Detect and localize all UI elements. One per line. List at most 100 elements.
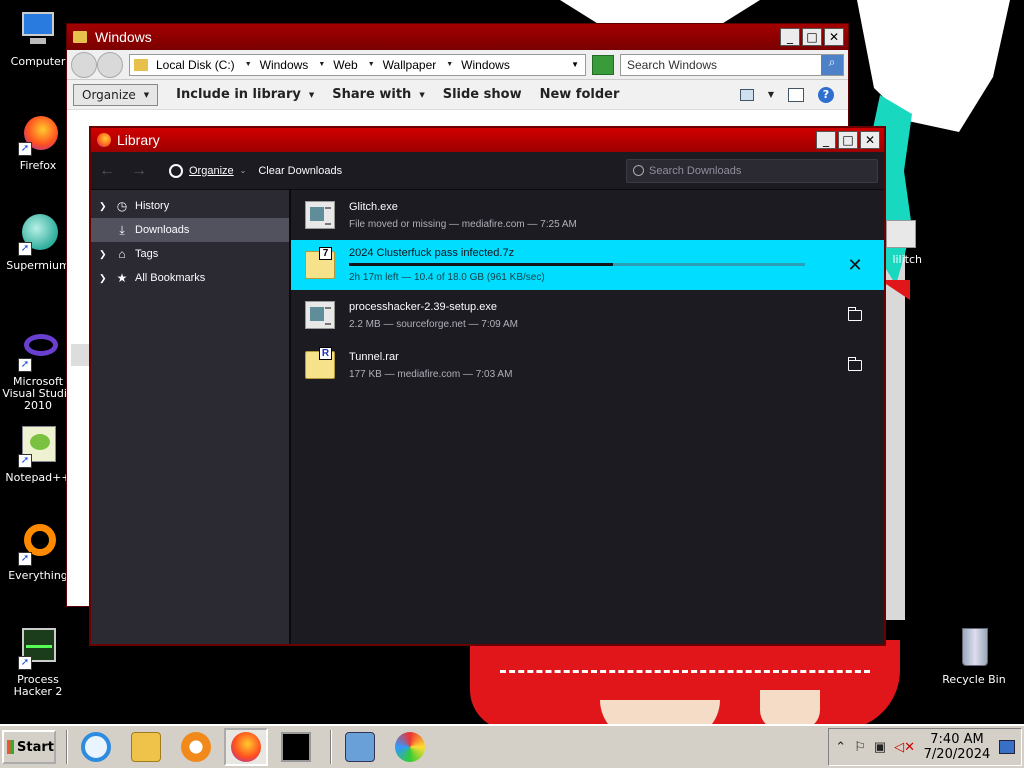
open-folder-button[interactable] bbox=[840, 350, 870, 380]
forward-button[interactable] bbox=[97, 51, 123, 78]
desktop-icon-visual-studio[interactable]: ➚ Microsoft Visual Studio 2010 bbox=[0, 328, 76, 412]
download-item[interactable]: 7 2024 Clusterfuck pass infected.7z 2h 1… bbox=[291, 240, 884, 290]
desktop-icon-notepadpp[interactable]: ➚ Notepad++ bbox=[0, 424, 76, 484]
chevron-right-icon[interactable]: ❯ bbox=[99, 249, 109, 260]
breadcrumb[interactable]: Local Disk (C:) Windows Web Wallpaper Wi… bbox=[129, 53, 586, 76]
back-arrow-icon[interactable]: ← bbox=[99, 162, 119, 180]
view-icon[interactable] bbox=[739, 88, 754, 101]
clear-downloads-button[interactable]: Clear Downloads bbox=[258, 165, 342, 177]
minimize-button[interactable]: _ bbox=[780, 28, 800, 46]
taskbar-internet-explorer[interactable] bbox=[74, 728, 118, 766]
firefox-icon: ➚ bbox=[16, 112, 60, 156]
forward-arrow-icon[interactable]: → bbox=[131, 162, 151, 180]
download-name: 2024 Clusterfuck pass infected.7z bbox=[349, 247, 515, 259]
sidebar-item-downloads[interactable]: ⤓ Downloads bbox=[91, 218, 289, 242]
explorer-command-bar: Organize Include in library Share with S… bbox=[67, 80, 848, 110]
rar-archive-icon: R bbox=[305, 347, 335, 379]
media-player-icon bbox=[181, 732, 211, 762]
download-status: File moved or missing — mediafire.com — … bbox=[349, 218, 577, 230]
windows-logo-icon bbox=[7, 740, 15, 754]
chevron-down-icon: ⌄ bbox=[239, 166, 247, 175]
refresh-button[interactable] bbox=[592, 54, 614, 75]
desktop-icon-process-hacker[interactable]: ➚ Process Hacker 2 bbox=[0, 626, 76, 698]
download-item[interactable]: Glitch.exe File moved or missing — media… bbox=[291, 190, 884, 240]
taskbar-paint[interactable] bbox=[388, 728, 432, 766]
cancel-download-icon[interactable]: ✕ bbox=[840, 250, 870, 280]
search-downloads-input[interactable]: Search Downloads bbox=[626, 158, 878, 183]
chevron-right-icon[interactable]: ❯ bbox=[99, 201, 109, 212]
taskbar-cmd[interactable] bbox=[274, 728, 318, 766]
breadcrumb-item[interactable]: Windows bbox=[260, 58, 326, 72]
chevron-right-icon[interactable]: ❯ bbox=[99, 273, 109, 284]
minimize-button[interactable]: _ bbox=[816, 131, 836, 149]
breadcrumb-item[interactable]: Web bbox=[333, 58, 374, 72]
command-prompt-icon bbox=[281, 732, 311, 762]
folder-icon bbox=[131, 732, 161, 762]
breadcrumb-item[interactable]: Windows bbox=[461, 58, 510, 72]
clock[interactable]: 7:40 AM 7/20/2024 bbox=[923, 732, 991, 762]
open-folder-button[interactable] bbox=[840, 300, 870, 330]
help-icon[interactable]: ? bbox=[818, 86, 834, 103]
wallpaper-art bbox=[560, 0, 760, 25]
organize-menu-button[interactable]: Organize ⌄ bbox=[169, 163, 247, 178]
visual-studio-icon: ➚ bbox=[16, 328, 60, 372]
show-desktop-button[interactable] bbox=[999, 740, 1015, 754]
taskbar-explorer[interactable] bbox=[124, 728, 168, 766]
process-hacker-icon: ➚ bbox=[16, 626, 60, 670]
chevron-up-icon[interactable]: ⌃ bbox=[835, 739, 846, 755]
close-button[interactable]: ✕ bbox=[824, 28, 844, 46]
explorer-titlebar[interactable]: Windows _ □ ✕ bbox=[67, 24, 848, 50]
paint-icon bbox=[395, 732, 425, 762]
download-progress-bar bbox=[349, 263, 805, 266]
include-in-library-button[interactable]: Include in library bbox=[176, 87, 314, 102]
desktop-icon-computer[interactable]: Computer bbox=[0, 8, 76, 68]
back-button[interactable] bbox=[71, 51, 97, 78]
taskbar-control-panel[interactable] bbox=[338, 728, 382, 766]
desktop-icon-recycle-bin[interactable]: Recycle Bin bbox=[936, 626, 1012, 686]
control-panel-icon bbox=[345, 732, 375, 762]
flag-icon[interactable]: ⚐ bbox=[854, 739, 866, 755]
close-button[interactable]: ✕ bbox=[860, 131, 880, 149]
breadcrumb-item[interactable]: Local Disk (C:) bbox=[156, 58, 252, 72]
taskbar-firefox[interactable] bbox=[224, 728, 268, 766]
download-progress-fill bbox=[349, 263, 614, 266]
desktop-icon-everything[interactable]: ➚ Everything bbox=[0, 522, 76, 582]
download-status: 2.2 MB — sourceforge.net — 7:09 AM bbox=[349, 318, 518, 330]
maximize-button[interactable]: □ bbox=[838, 131, 858, 149]
preview-pane-icon[interactable] bbox=[788, 87, 804, 102]
chevron-down-icon[interactable]: ▼ bbox=[571, 60, 579, 69]
sidebar-item-history[interactable]: ❯ ◷ History bbox=[91, 194, 289, 218]
download-item[interactable]: processhacker-2.39-setup.exe 2.2 MB — so… bbox=[291, 290, 884, 340]
library-titlebar[interactable]: Library _ □ ✕ bbox=[91, 128, 884, 152]
new-folder-button[interactable]: New folder bbox=[540, 87, 620, 102]
breadcrumb-item[interactable]: Wallpaper bbox=[383, 58, 454, 72]
desktop-icon-supermium[interactable]: ➚ Supermium bbox=[0, 212, 76, 272]
volume-muted-icon[interactable]: ◁✕ bbox=[894, 739, 915, 755]
star-icon: ★ bbox=[116, 271, 128, 285]
folder-icon bbox=[847, 306, 862, 321]
exe-file-icon bbox=[305, 301, 335, 329]
notepadpp-icon: ➚ bbox=[16, 424, 60, 468]
folder-icon bbox=[73, 31, 87, 43]
chevron-down-icon[interactable]: ▼ bbox=[768, 90, 774, 99]
library-sidebar: ❯ ◷ History ⤓ Downloads ❯ ⌂ Tags ❯ ★ All… bbox=[91, 190, 291, 644]
sidebar-item-all-bookmarks[interactable]: ❯ ★ All Bookmarks bbox=[91, 266, 289, 290]
7z-archive-icon: 7 bbox=[305, 247, 335, 279]
taskbar: Start ⌃ ⚐ ▣ ◁✕ 7:40 AM 7/20/2024 bbox=[0, 724, 1024, 768]
explorer-address-bar: Local Disk (C:) Windows Web Wallpaper Wi… bbox=[67, 50, 848, 80]
share-with-button[interactable]: Share with bbox=[332, 87, 424, 102]
download-item[interactable]: R Tunnel.rar 177 KB — mediafire.com — 7:… bbox=[291, 340, 884, 390]
organize-button[interactable]: Organize bbox=[73, 83, 159, 106]
scrollbar[interactable] bbox=[71, 344, 89, 366]
search-input[interactable]: Search Windows ⌕ bbox=[620, 53, 844, 76]
slide-show-button[interactable]: Slide show bbox=[443, 87, 522, 102]
network-icon[interactable]: ▣ bbox=[874, 739, 886, 755]
download-status: 177 KB — mediafire.com — 7:03 AM bbox=[349, 368, 513, 380]
taskbar-media-player[interactable] bbox=[174, 728, 218, 766]
start-button[interactable]: Start bbox=[2, 730, 56, 764]
search-icon[interactable]: ⌕ bbox=[821, 54, 843, 75]
desktop-icon-firefox[interactable]: ➚ Firefox bbox=[0, 112, 76, 172]
maximize-button[interactable]: □ bbox=[802, 28, 822, 46]
sidebar-item-tags[interactable]: ❯ ⌂ Tags bbox=[91, 242, 289, 266]
clock-icon: ◷ bbox=[116, 199, 128, 213]
